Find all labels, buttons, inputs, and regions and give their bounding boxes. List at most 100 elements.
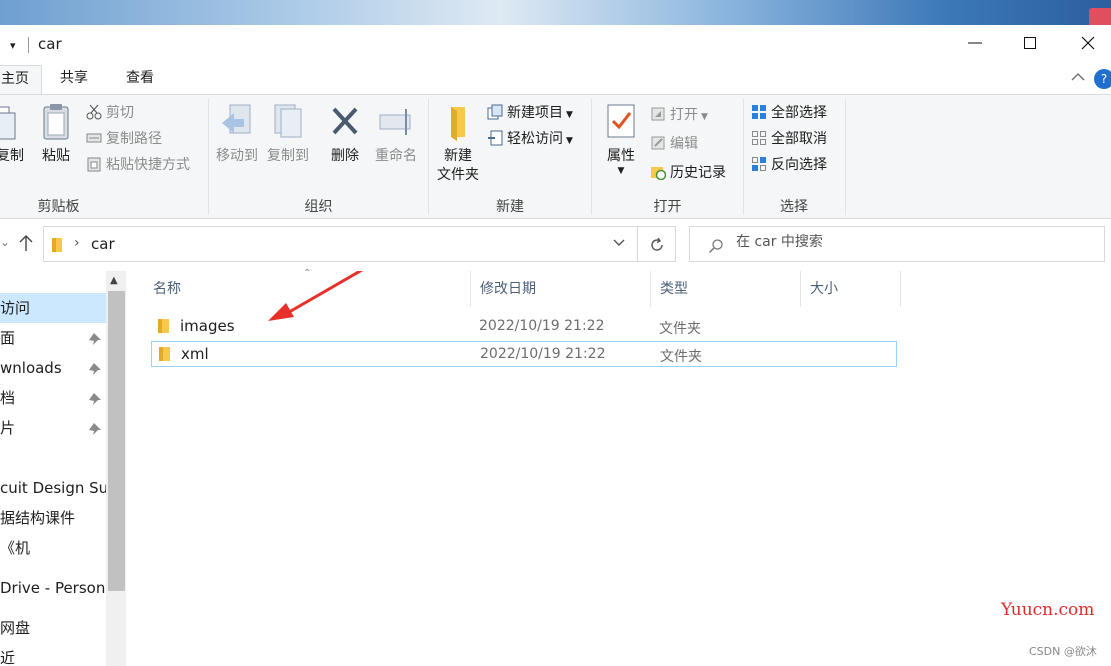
select-all-icon (752, 105, 766, 119)
new-folder-button[interactable]: 新建 文件夹 (433, 103, 483, 185)
watermark-credit: CSDN @欲沐 (1029, 645, 1097, 658)
tab-view[interactable]: 查看 (126, 65, 154, 94)
new-item-button[interactable]: 新建项目 ▼ (487, 101, 573, 125)
nav-item-machine[interactable]: 《机 (0, 533, 106, 563)
nav-item-data-structures[interactable]: 据结构课件 (0, 503, 106, 533)
search-input[interactable] (736, 234, 1086, 250)
file-list: ⌃ 名称 修改日期 类型 大小 images 2022/10/19 21:22 … (128, 268, 1111, 666)
title-separator (28, 37, 29, 53)
collapse-ribbon-icon[interactable] (1071, 72, 1085, 82)
breadcrumb-chevron-icon[interactable]: › (74, 235, 80, 251)
cut-button[interactable]: 剪切 (86, 101, 134, 125)
delete-button[interactable]: 删除 (325, 103, 365, 166)
address-dropdown-icon[interactable] (612, 236, 626, 250)
maximize-button[interactable] (1000, 25, 1060, 63)
group-divider (428, 99, 429, 215)
rename-button[interactable]: 重命名 (370, 103, 422, 166)
select-all-label: 全部选择 (771, 105, 827, 121)
group-divider (845, 99, 846, 215)
nav-item-recent[interactable]: 近 (0, 643, 106, 666)
cut-label: 剪切 (106, 105, 134, 121)
group-divider (208, 99, 209, 215)
paste-shortcut-icon (87, 157, 101, 172)
pin-icon (89, 393, 101, 405)
help-icon[interactable]: ? (1094, 69, 1111, 89)
open-button[interactable]: 打开 ▼ (650, 103, 708, 127)
properties-button[interactable]: 属性 ▼ (600, 103, 642, 176)
copy-path-label: 复制路径 (106, 131, 162, 147)
nav-item-quick-access[interactable]: 访问 (0, 293, 106, 323)
history-icon (651, 167, 666, 180)
nav-item-label: wnloads (0, 359, 62, 377)
pin-icon (89, 363, 101, 375)
nav-item-label: 面 (0, 329, 16, 347)
move-to-icon (222, 104, 251, 134)
paste-button[interactable]: 粘贴 (36, 103, 76, 166)
select-all-button[interactable]: 全部选择 (751, 101, 827, 125)
file-type: 文件夹 (660, 349, 702, 365)
properties-icon (607, 104, 635, 138)
watermark-site: Yuucn.com (1001, 600, 1095, 620)
close-button[interactable] (1058, 25, 1111, 63)
column-header-date[interactable]: 修改日期 (471, 271, 651, 307)
column-header-type[interactable]: 类型 (651, 271, 801, 307)
nav-item-circuit-design[interactable]: cuit Design Suit (0, 473, 106, 503)
copy-path-button[interactable]: 复制路径 (86, 127, 162, 151)
new-item-dropdown-icon: ▼ (566, 110, 573, 120)
clipboard-group-label: 剪贴板 (37, 199, 80, 215)
scroll-up-icon[interactable]: ▲ (110, 275, 118, 286)
paste-shortcut-label: 粘贴快捷方式 (106, 157, 190, 173)
nav-item-label: 近 (0, 649, 16, 666)
recent-locations-icon[interactable]: ⌄ (0, 235, 10, 249)
history-button[interactable]: 历史记录 (650, 161, 726, 185)
nav-item-label: 网盘 (0, 619, 31, 637)
edit-button[interactable]: 编辑 (650, 132, 698, 156)
nav-item-label: 据结构课件 (0, 509, 76, 527)
copy-to-button[interactable]: 复制到 (264, 103, 312, 166)
properties-dropdown-icon: ▼ (617, 166, 625, 176)
copy-label: 复制 (0, 148, 24, 164)
move-to-button[interactable]: 移动到 (213, 103, 261, 166)
nav-scrollbar[interactable]: ▲ (106, 271, 126, 666)
pin-icon (89, 423, 101, 435)
refresh-button[interactable] (638, 226, 676, 262)
tab-share[interactable]: 共享 (60, 65, 88, 94)
window-title: car (38, 35, 62, 53)
copy-button[interactable]: 复制 (0, 103, 24, 166)
select-group-label: 选择 (780, 199, 808, 215)
delete-x-icon (332, 107, 358, 135)
search-icon (708, 239, 723, 254)
nav-item-netdisk[interactable]: 网盘 (0, 613, 106, 643)
minimize-button[interactable] (945, 25, 1005, 63)
search-box[interactable] (689, 226, 1105, 262)
invert-selection-icon (752, 157, 766, 171)
tab-home[interactable]: 主页 (0, 65, 42, 94)
file-row[interactable]: xml 2022/10/19 21:22 文件夹 (151, 341, 897, 367)
scrollbar-thumb[interactable] (108, 291, 125, 591)
new-folder-icon (451, 107, 465, 141)
select-none-button[interactable]: 全部取消 (751, 127, 827, 151)
pin-icon (89, 333, 101, 345)
invert-selection-button[interactable]: 反向选择 (751, 153, 827, 177)
up-arrow-icon[interactable] (18, 233, 34, 253)
column-header-name[interactable]: 名称 (144, 271, 471, 307)
nav-item-label: 片 (0, 419, 16, 437)
paste-shortcut-button[interactable]: 粘贴快捷方式 (86, 153, 190, 177)
folder-icon (159, 347, 170, 361)
new-group-label: 新建 (496, 199, 524, 215)
file-row[interactable]: images 2022/10/19 21:22 文件夹 (151, 314, 897, 340)
open-dropdown-icon: ▼ (701, 112, 708, 122)
breadcrumb-current[interactable]: car (91, 235, 115, 253)
navigation-pane: 访问 面 wnloads 档 片 cuit Design Suit 据结构课件 … (0, 271, 128, 666)
quick-access-toolbar-dropdown[interactable]: ▾ (10, 39, 16, 52)
address-bar[interactable]: › car (43, 226, 638, 262)
new-item-label: 新建项目 (507, 105, 563, 121)
file-date: 2022/10/19 21:22 (480, 346, 606, 362)
folder-icon (158, 319, 169, 333)
nav-item-onedrive[interactable]: Drive - Personal (0, 573, 106, 603)
minimize-icon (968, 42, 982, 44)
easy-access-button[interactable]: 轻松访问 ▼ (487, 127, 573, 151)
column-header-size[interactable]: 大小 (801, 271, 901, 307)
nav-item-label: 《机 (0, 539, 31, 557)
edit-label: 编辑 (670, 136, 698, 152)
